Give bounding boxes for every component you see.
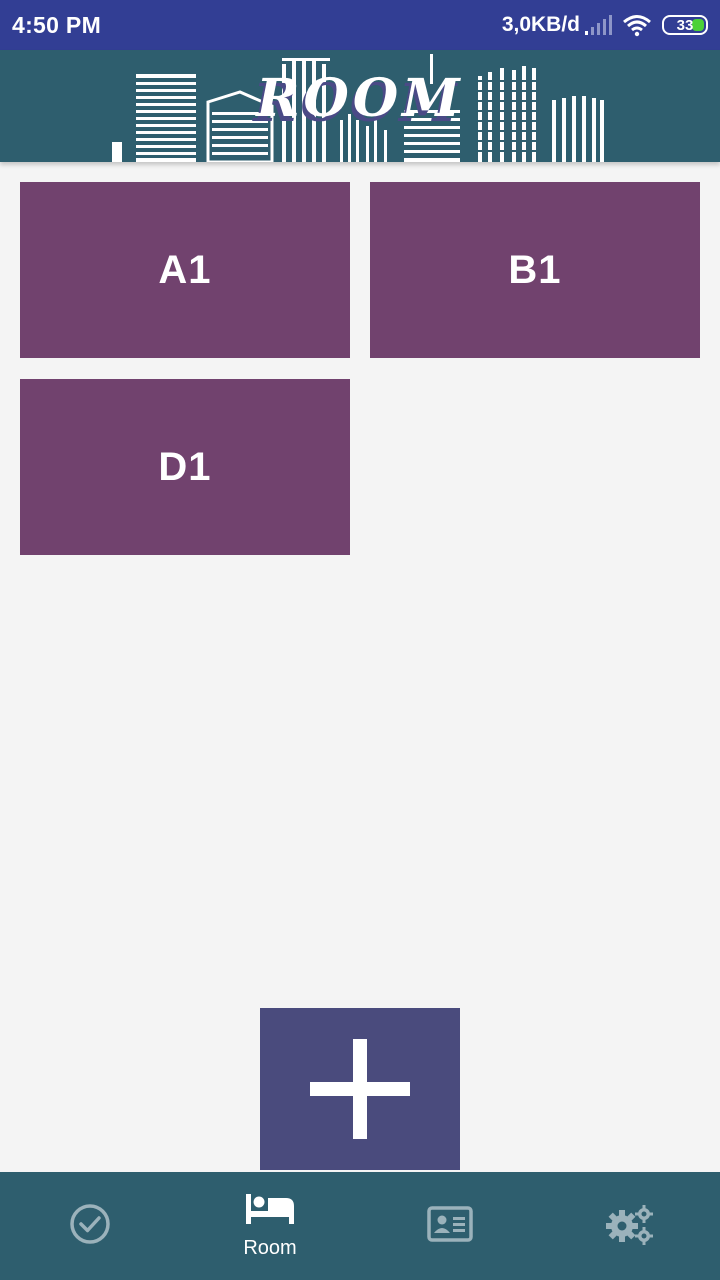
id-card-icon [427, 1205, 473, 1248]
bottom-navigation: Room [0, 1172, 720, 1280]
status-indicators: 3,0KB/d 33 [502, 10, 708, 40]
room-tile-d1[interactable]: D1 [20, 379, 350, 555]
battery-level: 33 [676, 16, 694, 34]
room-label: B1 [508, 247, 562, 292]
room-tile-b1[interactable]: B1 [370, 182, 700, 358]
gears-icon [604, 1202, 656, 1251]
nav-label-room: Room [243, 1237, 297, 1259]
battery-fill [692, 19, 704, 31]
signal-icon [584, 14, 612, 36]
network-speed: 3,0KB/d [501, 13, 580, 36]
page-title: ROOM [256, 68, 464, 129]
bed-icon [244, 1192, 296, 1231]
app-header: ROOM [0, 50, 720, 162]
room-tile-a1[interactable]: A1 [20, 182, 350, 358]
nav-item-tasks[interactable] [0, 1172, 180, 1280]
nav-item-contacts[interactable] [360, 1172, 540, 1280]
add-room-button[interactable] [260, 1008, 460, 1170]
battery-icon: 33 [662, 15, 708, 35]
room-label: A1 [158, 247, 212, 292]
status-time: 4:50 PM [12, 12, 102, 38]
room-label: D1 [158, 444, 212, 489]
check-circle-icon [69, 1203, 111, 1250]
wifi-icon [622, 13, 652, 37]
nav-item-room[interactable]: Room [180, 1172, 360, 1280]
nav-item-settings[interactable] [540, 1172, 720, 1280]
status-bar: 4:50 PM 3,0KB/d 33 [0, 0, 720, 50]
